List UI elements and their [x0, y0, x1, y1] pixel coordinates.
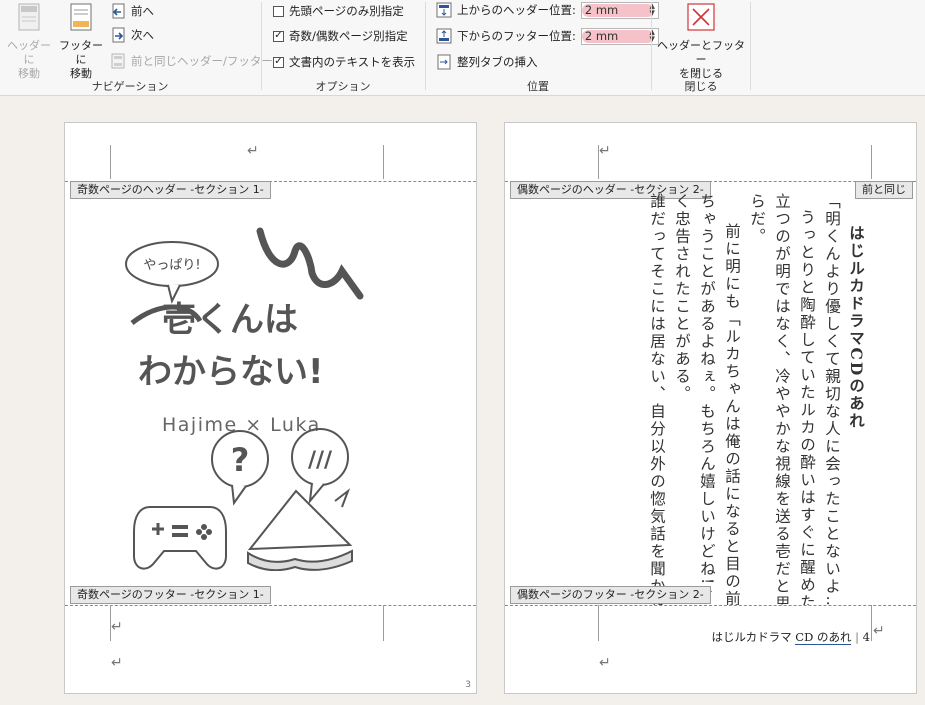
link-to-previous-icon	[111, 53, 125, 69]
text-column: 立つのが明ではなく、冷ややかな視線を送る壱だと思い出したか	[773, 193, 791, 605]
footer-title-prefix: はじルカドラマ	[711, 630, 796, 644]
group-divider	[261, 2, 262, 90]
margin-corner-mark	[110, 145, 111, 179]
footer-boundary[interactable]	[65, 605, 476, 606]
cover-illustration: やっぱり! 壱くんは わからない! Hajime × Luka ? ///	[125, 227, 364, 571]
body-text-area[interactable]: はじルカドラマCDのあれ 「明くんより優しくて親切な人に会ったことないよ……!」…	[597, 193, 869, 605]
paragraph-mark-icon: ↵	[599, 143, 611, 159]
footer-text[interactable]: はじルカドラマ CD のあれ | 4	[711, 629, 870, 645]
close-icon	[687, 3, 715, 31]
previous-icon	[112, 3, 125, 19]
close-header-footer-label: ヘッダーとフッター を閉じる	[657, 39, 745, 80]
checkmark-icon: ✓	[273, 30, 284, 42]
different-first-page-label: 先頭ページのみ別指定	[289, 4, 404, 18]
insert-alignment-tab-button[interactable]: 整列タブの挿入	[436, 53, 538, 71]
text-column: ちゃうことがあるよねぇ。もちろん嬉しいけどね!」とそれと	[698, 193, 716, 605]
insert-alignment-tab-label: 整列タブの挿入	[457, 55, 538, 69]
link-to-previous-button[interactable]: 前と同じヘッダー/フッター	[110, 52, 273, 70]
paragraph-mark-icon: ↵	[111, 619, 123, 635]
text-column: らだ。	[748, 193, 766, 246]
footer-page-number: 4	[862, 630, 870, 644]
footer-title-cd: CD	[795, 630, 814, 645]
paragraph-mark-icon: ↵	[247, 143, 259, 159]
checkmark-icon: ✓	[273, 56, 284, 68]
footer-from-bottom-value[interactable]: 2 mm	[582, 29, 618, 43]
close-header-footer-button[interactable]: ヘッダーとフッター を閉じる	[656, 2, 746, 81]
paragraph-mark-icon: ↵	[599, 655, 611, 671]
link-to-previous-label: 前と同じヘッダー/フッター	[131, 54, 273, 68]
header-position-icon	[436, 2, 452, 18]
text-column: うっとりと陶酔していたルカの酔いはすぐに醒めた。目の前に	[798, 209, 816, 605]
odd-page: ↵ 奇数ページのヘッダー -セクション 1- やっぱり! 壱くんは わからない!…	[64, 122, 477, 694]
header-from-top-label: 上からのヘッダー位置:	[457, 3, 576, 17]
paragraph-mark-icon: ↵	[873, 623, 885, 639]
different-odd-even-checkbox[interactable]: ✓ 奇数/偶数ページ別指定	[273, 27, 408, 45]
group-divider	[425, 2, 426, 90]
header-from-top-row: 上からのヘッダー位置: 2 mm ▲ ▼	[436, 1, 659, 19]
footer-from-bottom-row: 下からのフッター位置: 2 mm ▲ ▼	[436, 27, 659, 45]
text-column: く忠告されたことがある。	[673, 193, 691, 403]
bubble-text: やっぱり!	[143, 258, 200, 273]
paragraph-mark-icon: ↵	[111, 655, 123, 671]
show-document-text-checkbox[interactable]: ✓ 文書内のテキストを表示	[273, 53, 415, 71]
group-divider	[750, 2, 751, 90]
navigation-group-label: ナビゲーション	[91, 80, 169, 93]
margin-corner-mark	[383, 605, 384, 641]
bubble-slashes: ///	[308, 448, 333, 473]
goto-footer-icon	[70, 3, 92, 31]
title-line1: 壱くんは	[162, 300, 298, 340]
text-column: 「明くんより優しくて親切な人に会ったことないよ……!」	[823, 193, 841, 605]
goto-footer-button[interactable]: フッターに 移動	[56, 2, 106, 81]
footer-position-icon	[436, 28, 452, 44]
odd-footer-tag: 奇数ページのフッター -セクション 1-	[70, 586, 271, 604]
different-first-page-box	[273, 5, 284, 17]
position-group-label: 位置	[527, 80, 549, 93]
next-button[interactable]: 次へ	[110, 26, 154, 44]
alignment-tab-icon	[437, 54, 451, 70]
text-column: 前に明にも「ルカちゃんは俺の話になると目の前が見えなくな	[723, 223, 741, 605]
different-odd-even-label: 奇数/偶数ページ別指定	[289, 29, 408, 43]
show-document-text-label: 文書内のテキストを表示	[289, 55, 416, 69]
chapter-title: はじルカドラマCDのあれ	[847, 225, 866, 430]
previous-button[interactable]: 前へ	[110, 2, 154, 20]
page-number: 3	[465, 680, 471, 690]
footer-separator: |	[855, 630, 860, 644]
goto-footer-label: フッターに 移動	[59, 39, 103, 80]
margin-corner-mark	[383, 145, 384, 179]
subtitle-names: Hajime × Luka	[162, 414, 321, 436]
even-page: ↵ 偶数ページのヘッダー -セクション 2- 前と同じ はじルカドラマCDのあれ…	[504, 122, 917, 694]
footer-from-bottom-label: 下からのフッター位置:	[457, 29, 576, 43]
header-footer-ribbon: ヘッダーに 移動 フッターに 移動 前へ 次へ 前と同じヘッダー/フッター ナビ…	[0, 0, 925, 96]
title-line2: わからない!	[138, 352, 324, 392]
even-footer-tag: 偶数ページのフッター -セクション 2-	[510, 586, 711, 604]
margin-corner-mark	[598, 605, 599, 641]
goto-header-icon	[18, 3, 40, 31]
header-from-top-value[interactable]: 2 mm	[582, 3, 618, 17]
margin-corner-mark	[871, 145, 872, 179]
text-column: 誰だってそこには居ない、自分以外の惚気話を聞かされたら	[648, 193, 666, 605]
next-label: 次へ	[131, 28, 154, 42]
odd-header-tag: 奇数ページのヘッダー -セクション 1-	[70, 181, 271, 199]
close-group-label: 閉じる	[684, 80, 718, 93]
header-from-top-spinner[interactable]: 2 mm ▲ ▼	[580, 1, 659, 19]
group-divider	[651, 2, 652, 90]
different-first-page-checkbox[interactable]: 先頭ページのみ別指定	[273, 2, 404, 20]
previous-label: 前へ	[131, 4, 154, 18]
question-mark: ?	[231, 441, 250, 479]
footer-from-bottom-spinner[interactable]: 2 mm ▲ ▼	[580, 27, 659, 45]
margin-corner-mark	[871, 605, 872, 641]
next-icon	[112, 27, 125, 43]
goto-header-button[interactable]: ヘッダーに 移動	[4, 2, 54, 81]
goto-header-label: ヘッダーに 移動	[7, 39, 51, 80]
footer-title-suffix: のあれ	[813, 630, 852, 645]
footer-boundary[interactable]	[505, 605, 916, 606]
options-group-label: オプション	[315, 80, 371, 93]
